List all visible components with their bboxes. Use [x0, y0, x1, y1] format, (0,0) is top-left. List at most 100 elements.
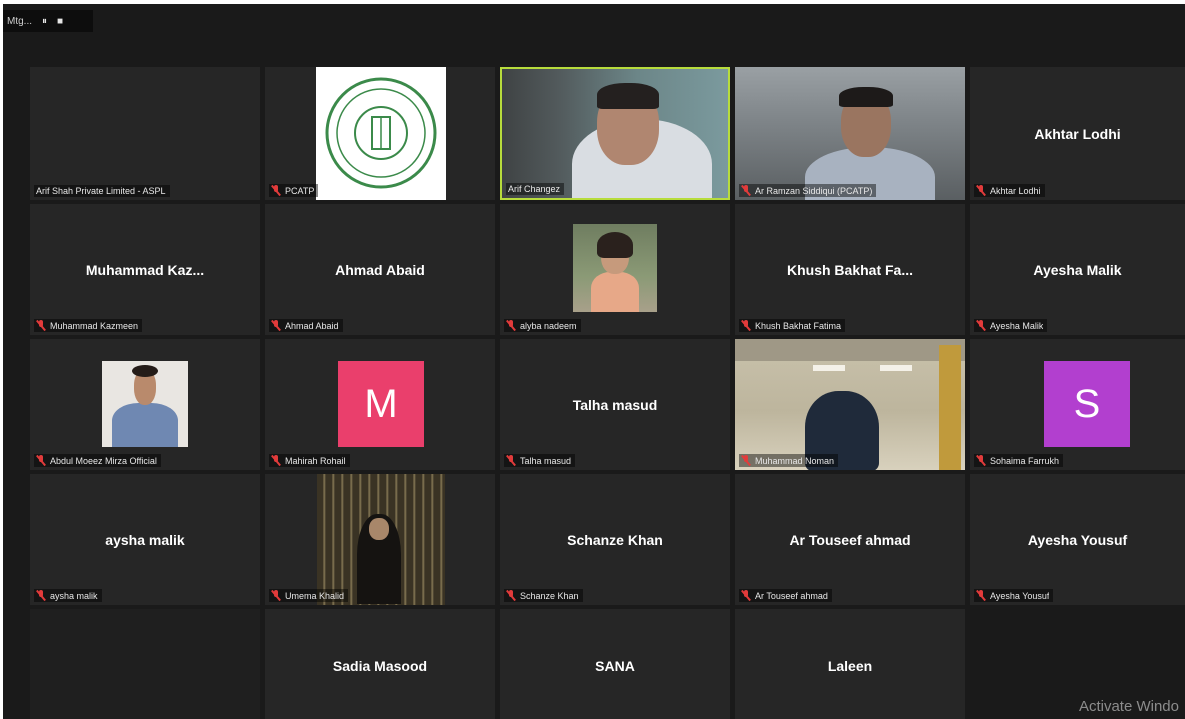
participant-profile-photo — [102, 361, 188, 447]
participant-video — [735, 339, 965, 470]
participant-label: Arif Changez — [506, 183, 565, 195]
participant-tile[interactable]: Umema Khalid — [265, 474, 495, 605]
participant-name: Ar Ramzan Siddiqui (PCATP) — [755, 185, 873, 196]
participant-label: Umema Khalid — [269, 589, 349, 602]
participant-label: Arif Shah Private Limited - ASPL — [34, 185, 170, 197]
muted-mic-icon — [976, 184, 986, 197]
participant-tile[interactable]: Laleen — [735, 609, 965, 719]
participant-label: Ar Ramzan Siddiqui (PCATP) — [739, 184, 877, 197]
muted-mic-icon — [271, 589, 281, 602]
muted-mic-icon — [741, 589, 751, 602]
participant-tile[interactable]: Ar Ramzan Siddiqui (PCATP) — [735, 67, 965, 200]
participant-display-name: Ahmad Abaid — [335, 261, 425, 278]
participant-tile[interactable]: Schanze Khan Schanze Khan — [500, 474, 730, 605]
participant-display-name: Ar Touseef ahmad — [789, 531, 911, 548]
participant-display-name: Talha masud — [572, 396, 658, 413]
participant-tile[interactable]: Abdul Moeez Mirza Official — [30, 339, 260, 470]
participant-name: Muhammad Kazmeen — [50, 320, 139, 331]
participant-name: Talha masud — [520, 455, 572, 466]
participant-name: Mahirah Rohail — [285, 455, 346, 466]
participant-display-name: Laleen — [827, 658, 873, 674]
participant-name: alyba nadeem — [520, 320, 577, 331]
participant-name: Ar Touseef ahmad — [755, 590, 828, 601]
participant-tile[interactable]: Muhammad Kaz... Muhammad Kazmeen — [30, 204, 260, 335]
participant-tile[interactable]: Ahmad Abaid Ahmad Abaid — [265, 204, 495, 335]
participant-tile-active-speaker[interactable]: Arif Changez — [500, 67, 730, 200]
participant-name: Arif Changez — [508, 184, 561, 194]
participant-name: Ayesha Malik — [990, 320, 1044, 331]
participant-tile[interactable]: Ayesha Yousuf Ayesha Yousuf — [970, 474, 1185, 605]
participant-name: aysha malik — [50, 590, 98, 601]
muted-mic-icon — [506, 454, 516, 467]
participant-name: Muhammad Noman — [755, 455, 835, 466]
participant-tile[interactable]: alyba nadeem — [500, 204, 730, 335]
participant-name: Arif Shah Private Limited - ASPL — [36, 186, 166, 196]
participant-tile[interactable]: Ar Touseef ahmad Ar Touseef ahmad — [735, 474, 965, 605]
muted-mic-icon — [506, 319, 516, 332]
participant-label: PCATP — [269, 184, 319, 197]
muted-mic-icon — [271, 454, 281, 467]
participant-label: Muhammad Kazmeen — [34, 319, 143, 332]
participant-display-name: aysha malik — [105, 531, 185, 548]
participant-display-name: Schanze Khan — [567, 531, 663, 548]
participant-label: aysha malik — [34, 589, 102, 602]
muted-mic-icon — [976, 454, 986, 467]
participant-label: Ayesha Malik — [974, 319, 1048, 332]
participant-name: Ahmad Abaid — [285, 320, 339, 331]
participant-display-name: Ayesha Yousuf — [1027, 531, 1128, 548]
meeting-label: Mtg... — [7, 15, 33, 27]
activate-windows-watermark: Activate Windo — [1078, 698, 1179, 715]
participant-label: Akhtar Lodhi — [974, 184, 1045, 197]
participant-tile[interactable]: Akhtar Lodhi Akhtar Lodhi — [970, 67, 1185, 200]
participant-name: Schanze Khan — [520, 590, 579, 601]
participant-name: Khush Bakhat Fatima — [755, 320, 842, 331]
participant-name: Umema Khalid — [285, 590, 345, 601]
stop-icon[interactable]: ■ — [57, 16, 63, 27]
meeting-top-bar: Mtg... ⏸ ■ — [3, 10, 93, 32]
participant-label: Muhammad Noman — [739, 454, 839, 467]
participant-tile[interactable]: Muhammad Noman — [735, 339, 965, 470]
muted-mic-icon — [271, 184, 281, 197]
zoom-gallery-view: Mtg... ⏸ ■ Arif Shah Private Limited - A… — [3, 4, 1185, 719]
participant-tile[interactable]: SANA — [500, 609, 730, 719]
participant-tile[interactable]: Sadia Masood — [265, 609, 495, 719]
participant-label: Talha masud — [504, 454, 576, 467]
participant-name: Ayesha Yousuf — [990, 590, 1050, 601]
participant-display-name: Akhtar Lodhi — [1034, 125, 1121, 142]
muted-mic-icon — [36, 589, 46, 602]
participant-video — [735, 67, 965, 200]
muted-mic-icon — [506, 589, 516, 602]
participant-label: Ar Touseef ahmad — [739, 589, 832, 602]
participant-profile-photo — [317, 474, 445, 605]
participant-tile[interactable]: S Sohaima Farrukh — [970, 339, 1185, 470]
muted-mic-icon — [741, 454, 751, 467]
participant-tile[interactable] — [30, 609, 260, 719]
participant-label: alyba nadeem — [504, 319, 581, 332]
participant-tile[interactable]: Khush Bakhat Fa... Khush Bakhat Fatima — [735, 204, 965, 335]
participant-display-name: Khush Bakhat Fa... — [786, 261, 914, 278]
participant-tile[interactable]: Arif Shah Private Limited - ASPL — [30, 67, 260, 200]
participant-avatar: S — [1044, 361, 1130, 447]
muted-mic-icon — [976, 589, 986, 602]
participant-display-name: SANA — [595, 658, 635, 674]
participant-label: Abdul Moeez Mirza Official — [34, 454, 161, 467]
participant-label: Mahirah Rohail — [269, 454, 350, 467]
participant-name: PCATP — [285, 185, 315, 196]
participant-label: Ahmad Abaid — [269, 319, 343, 332]
participant-label: Schanze Khan — [504, 589, 583, 602]
participant-tile[interactable]: aysha malik aysha malik — [30, 474, 260, 605]
participant-label: Khush Bakhat Fatima — [739, 319, 846, 332]
pause-icon[interactable]: ⏸ — [42, 16, 47, 27]
participant-tile[interactable]: Talha masud Talha masud — [500, 339, 730, 470]
muted-mic-icon — [36, 454, 46, 467]
participant-tile[interactable]: Ayesha Malik Ayesha Malik — [970, 204, 1185, 335]
participant-display-name: Muhammad Kaz... — [85, 261, 205, 278]
participant-name: Akhtar Lodhi — [990, 185, 1041, 196]
participant-tile[interactable]: M Mahirah Rohail — [265, 339, 495, 470]
participant-label: Sohaima Farrukh — [974, 454, 1064, 467]
muted-mic-icon — [36, 319, 46, 332]
pcatp-logo — [316, 67, 446, 200]
participant-avatar: M — [338, 361, 424, 447]
participant-tile[interactable]: PCATP — [265, 67, 495, 200]
participant-label: Ayesha Yousuf — [974, 589, 1054, 602]
